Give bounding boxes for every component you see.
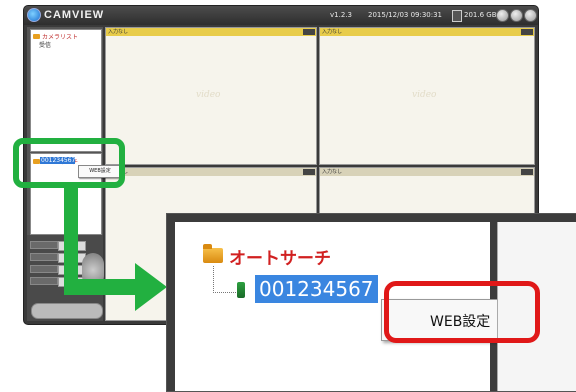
control-row[interactable]	[30, 253, 58, 261]
auto-search-title[interactable]: オートサーチ	[229, 244, 331, 269]
video-cell-header: 入力なし	[106, 28, 316, 36]
camera-list-item-label: 受信	[39, 42, 52, 49]
datetime-label: 2015/12/03 09:30:31	[368, 11, 443, 19]
disk-icon	[452, 10, 462, 22]
control-row[interactable]	[30, 265, 58, 273]
device-item[interactable]: 001234567	[255, 275, 378, 303]
video-cell-label: 入力なし	[322, 29, 343, 35]
video-cell[interactable]: 入力なし video	[319, 27, 535, 165]
video-cell-header: 入力なし	[106, 168, 316, 176]
app-title: CAMVIEW	[44, 9, 105, 21]
maximize-button[interactable]	[510, 9, 523, 22]
cell-controls-icon[interactable]	[521, 29, 533, 35]
green-highlight-box	[13, 138, 125, 188]
video-watermark: video	[412, 90, 437, 100]
folder-icon	[33, 34, 40, 39]
green-arrow-shaft	[64, 279, 138, 295]
red-highlight-box	[384, 281, 540, 343]
video-cell-label: 入力なし	[108, 29, 129, 35]
camera-list-pane: カメラリスト 受信	[30, 29, 102, 152]
version-label: v1.2.3	[330, 11, 352, 19]
ptz-control-bar[interactable]	[31, 303, 103, 319]
green-arrow-stem	[64, 188, 78, 293]
video-cell-label: 入力なし	[322, 169, 343, 175]
cell-controls-icon[interactable]	[521, 169, 533, 175]
app-logo: CAMVIEW	[27, 8, 104, 22]
control-row[interactable]	[30, 277, 58, 285]
green-arrow-head	[135, 263, 167, 311]
control-row[interactable]	[30, 241, 58, 249]
tree-connector	[213, 266, 236, 293]
camera-list-item[interactable]: 受信	[39, 40, 51, 49]
close-button[interactable]	[524, 9, 537, 22]
video-watermark: video	[196, 90, 221, 100]
minimize-button[interactable]	[496, 9, 509, 22]
video-cell[interactable]: 入力なし video	[105, 27, 317, 165]
video-cell-header: 入力なし	[320, 28, 534, 36]
cell-controls-icon[interactable]	[303, 169, 315, 175]
video-cell-header: 入力なし	[320, 168, 534, 176]
disk-space-label: 201.6 GB	[464, 11, 497, 19]
title-bar: CAMVIEW v1.2.3 2015/12/03 09:30:31 201.6…	[24, 6, 538, 25]
camview-logo-icon	[27, 8, 41, 22]
cell-controls-icon[interactable]	[303, 29, 315, 35]
folder-icon	[203, 244, 223, 263]
camera-device-icon	[237, 282, 245, 298]
